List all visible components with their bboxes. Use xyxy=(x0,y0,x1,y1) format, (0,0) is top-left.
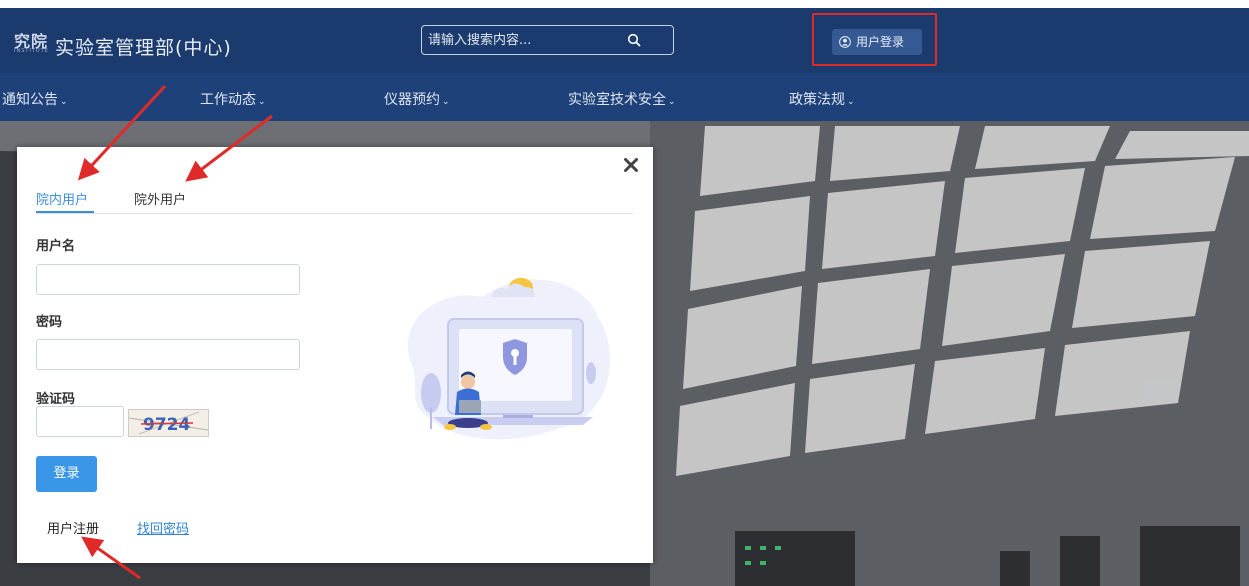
site-logo-subtext: INSTITUTE xyxy=(14,48,49,54)
search-icon[interactable] xyxy=(626,32,642,48)
nav-item-work-news[interactable]: 工作动态 ⌄ xyxy=(200,89,266,109)
username-label: 用户名 xyxy=(36,239,76,254)
password-label: 密码 xyxy=(36,315,63,330)
login-highlight-box: 用户登录 xyxy=(812,13,937,66)
chevron-down-icon: ⌄ xyxy=(668,97,676,107)
nav-item-instrument-booking[interactable]: 仪器预约 ⌄ xyxy=(384,89,450,109)
user-type-tabs: 院内用户 院外用户 xyxy=(36,183,633,214)
captcha-field[interactable] xyxy=(36,406,124,437)
search-input[interactable] xyxy=(428,31,618,49)
forgot-password-link[interactable]: 找回密码 xyxy=(137,518,189,537)
tab-internal-user[interactable]: 院内用户 xyxy=(36,189,88,208)
login-modal: 院内用户 院外用户 用户名 密码 验证码 9724 登录 用户注册 找回密码 xyxy=(17,147,653,563)
search-box xyxy=(421,25,674,55)
nav-item-label: 实验室技术安全 xyxy=(568,92,666,108)
password-field[interactable] xyxy=(36,339,300,370)
site-header: 究院 INSTITUTE 实验室管理部(中心) 用户登录 xyxy=(0,8,1249,73)
captcha-text: 9724 xyxy=(143,415,190,435)
nav-item-label: 通知公告 xyxy=(2,92,58,108)
user-login-button[interactable]: 用户登录 xyxy=(832,29,922,55)
login-illustration xyxy=(407,278,611,440)
active-tab-indicator xyxy=(36,211,94,213)
chevron-down-icon: ⌄ xyxy=(258,97,266,107)
username-field[interactable] xyxy=(36,264,300,295)
captcha-label: 验证码 xyxy=(36,392,76,407)
chevron-down-icon: ⌄ xyxy=(60,97,68,107)
captcha-image[interactable]: 9724 xyxy=(128,409,209,437)
nav-item-label: 工作动态 xyxy=(200,92,256,108)
chevron-down-icon: ⌄ xyxy=(847,97,855,107)
user-login-label: 用户登录 xyxy=(856,35,905,49)
nav-item-label: 仪器预约 xyxy=(384,92,440,108)
close-icon[interactable] xyxy=(623,157,639,173)
screen: 究院 INSTITUTE 实验室管理部(中心) 用户登录 通知公告⌄ xyxy=(0,8,1249,586)
tab-external-user[interactable]: 院外用户 xyxy=(134,189,186,208)
user-icon xyxy=(839,36,851,48)
login-submit-button[interactable]: 登录 xyxy=(36,456,97,492)
nav-item-policies[interactable]: 政策法规 ⌄ xyxy=(789,89,855,109)
nav-item-notices[interactable]: 通知公告 ⌄ xyxy=(2,89,68,109)
nav-item-label: 政策法规 xyxy=(789,92,845,108)
nav-item-lab-safety[interactable]: 实验室技术安全 ⌄ xyxy=(568,89,676,109)
chevron-down-icon: ⌄ xyxy=(442,97,450,107)
site-title: 实验室管理部(中心) xyxy=(55,37,232,59)
main-nav: 通知公告 ⌄ 工作动态 ⌄ 仪器预约 ⌄ 实验室技术安全 ⌄ 政策法规 ⌄ xyxy=(0,73,1249,121)
user-register-link[interactable]: 用户注册 xyxy=(47,518,99,537)
